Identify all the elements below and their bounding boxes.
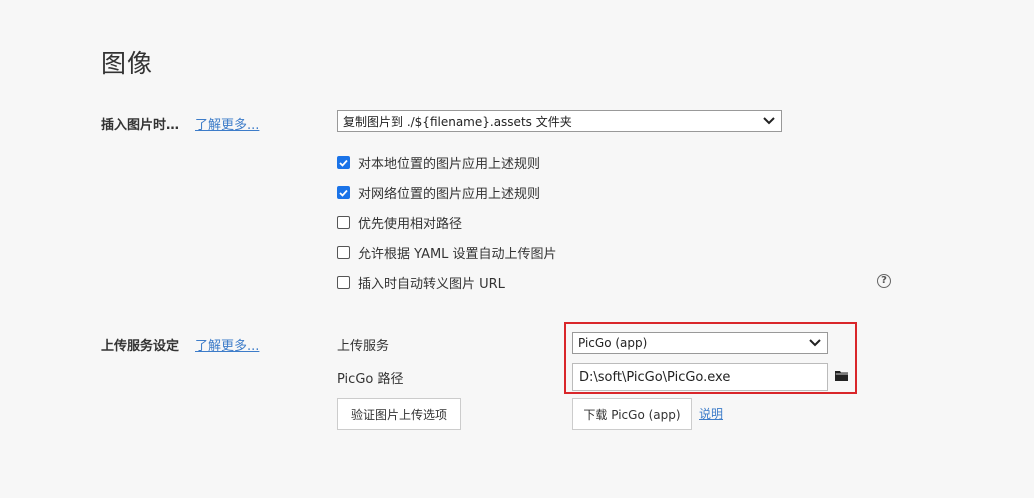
option-escape-url[interactable]: 插入时自动转义图片 URL <box>337 273 505 292</box>
picgo-path-input[interactable]: D:\soft\PicGo\PicGo.exe <box>572 363 828 391</box>
checkbox-checked[interactable] <box>337 186 350 199</box>
picgo-path-value: D:\soft\PicGo\PicGo.exe <box>579 369 731 385</box>
page-title: 图像 <box>101 49 154 78</box>
upload-learn-more-link[interactable]: 了解更多... <box>195 335 259 354</box>
checkbox-checked[interactable] <box>337 156 350 169</box>
option-label: 插入时自动转义图片 URL <box>358 277 505 292</box>
instructions-link[interactable]: 说明 <box>699 405 723 422</box>
upload-service-select[interactable]: PicGo (app) <box>572 332 828 354</box>
preferences-image-panel: 图像 插入图片时… 了解更多... 复制图片到 ./${filename}.as… <box>0 0 1034 498</box>
verify-upload-button[interactable]: 验证图片上传选项 <box>337 398 461 430</box>
option-label: 允许根据 YAML 设置自动上传图片 <box>358 247 557 262</box>
chevron-down-icon <box>809 339 821 347</box>
option-relative-path[interactable]: 优先使用相对路径 <box>337 213 462 232</box>
checkmark-icon <box>339 189 348 197</box>
checkbox-unchecked[interactable] <box>337 216 350 229</box>
option-label: 对网络位置的图片应用上述规则 <box>358 187 541 202</box>
insert-image-label: 插入图片时… <box>101 118 180 133</box>
checkbox-unchecked[interactable] <box>337 276 350 289</box>
checkmark-icon <box>339 159 348 167</box>
checkbox-unchecked[interactable] <box>337 246 350 259</box>
picgo-path-label: PicGo 路径 <box>337 372 404 387</box>
option-yaml-auto-upload[interactable]: 允许根据 YAML 设置自动上传图片 <box>337 243 557 262</box>
option-network-images[interactable]: 对网络位置的图片应用上述规则 <box>337 183 540 202</box>
option-local-images[interactable]: 对本地位置的图片应用上述规则 <box>337 153 540 172</box>
insert-image-action-select[interactable]: 复制图片到 ./${filename}.assets 文件夹 <box>337 110 782 132</box>
upload-service-value: PicGo (app) <box>578 336 648 350</box>
help-icon[interactable]: ? <box>877 274 891 288</box>
option-label: 优先使用相对路径 <box>358 217 463 232</box>
option-label: 对本地位置的图片应用上述规则 <box>358 157 541 172</box>
insert-image-action-value: 复制图片到 ./${filename}.assets 文件夹 <box>343 114 572 129</box>
upload-settings-label: 上传服务设定 <box>101 339 180 354</box>
download-picgo-button[interactable]: 下载 PicGo (app) <box>572 398 692 430</box>
upload-service-label: 上传服务 <box>337 339 390 354</box>
folder-icon[interactable] <box>835 370 848 381</box>
chevron-down-icon <box>763 117 775 125</box>
insert-image-learn-more-link[interactable]: 了解更多... <box>195 114 259 133</box>
